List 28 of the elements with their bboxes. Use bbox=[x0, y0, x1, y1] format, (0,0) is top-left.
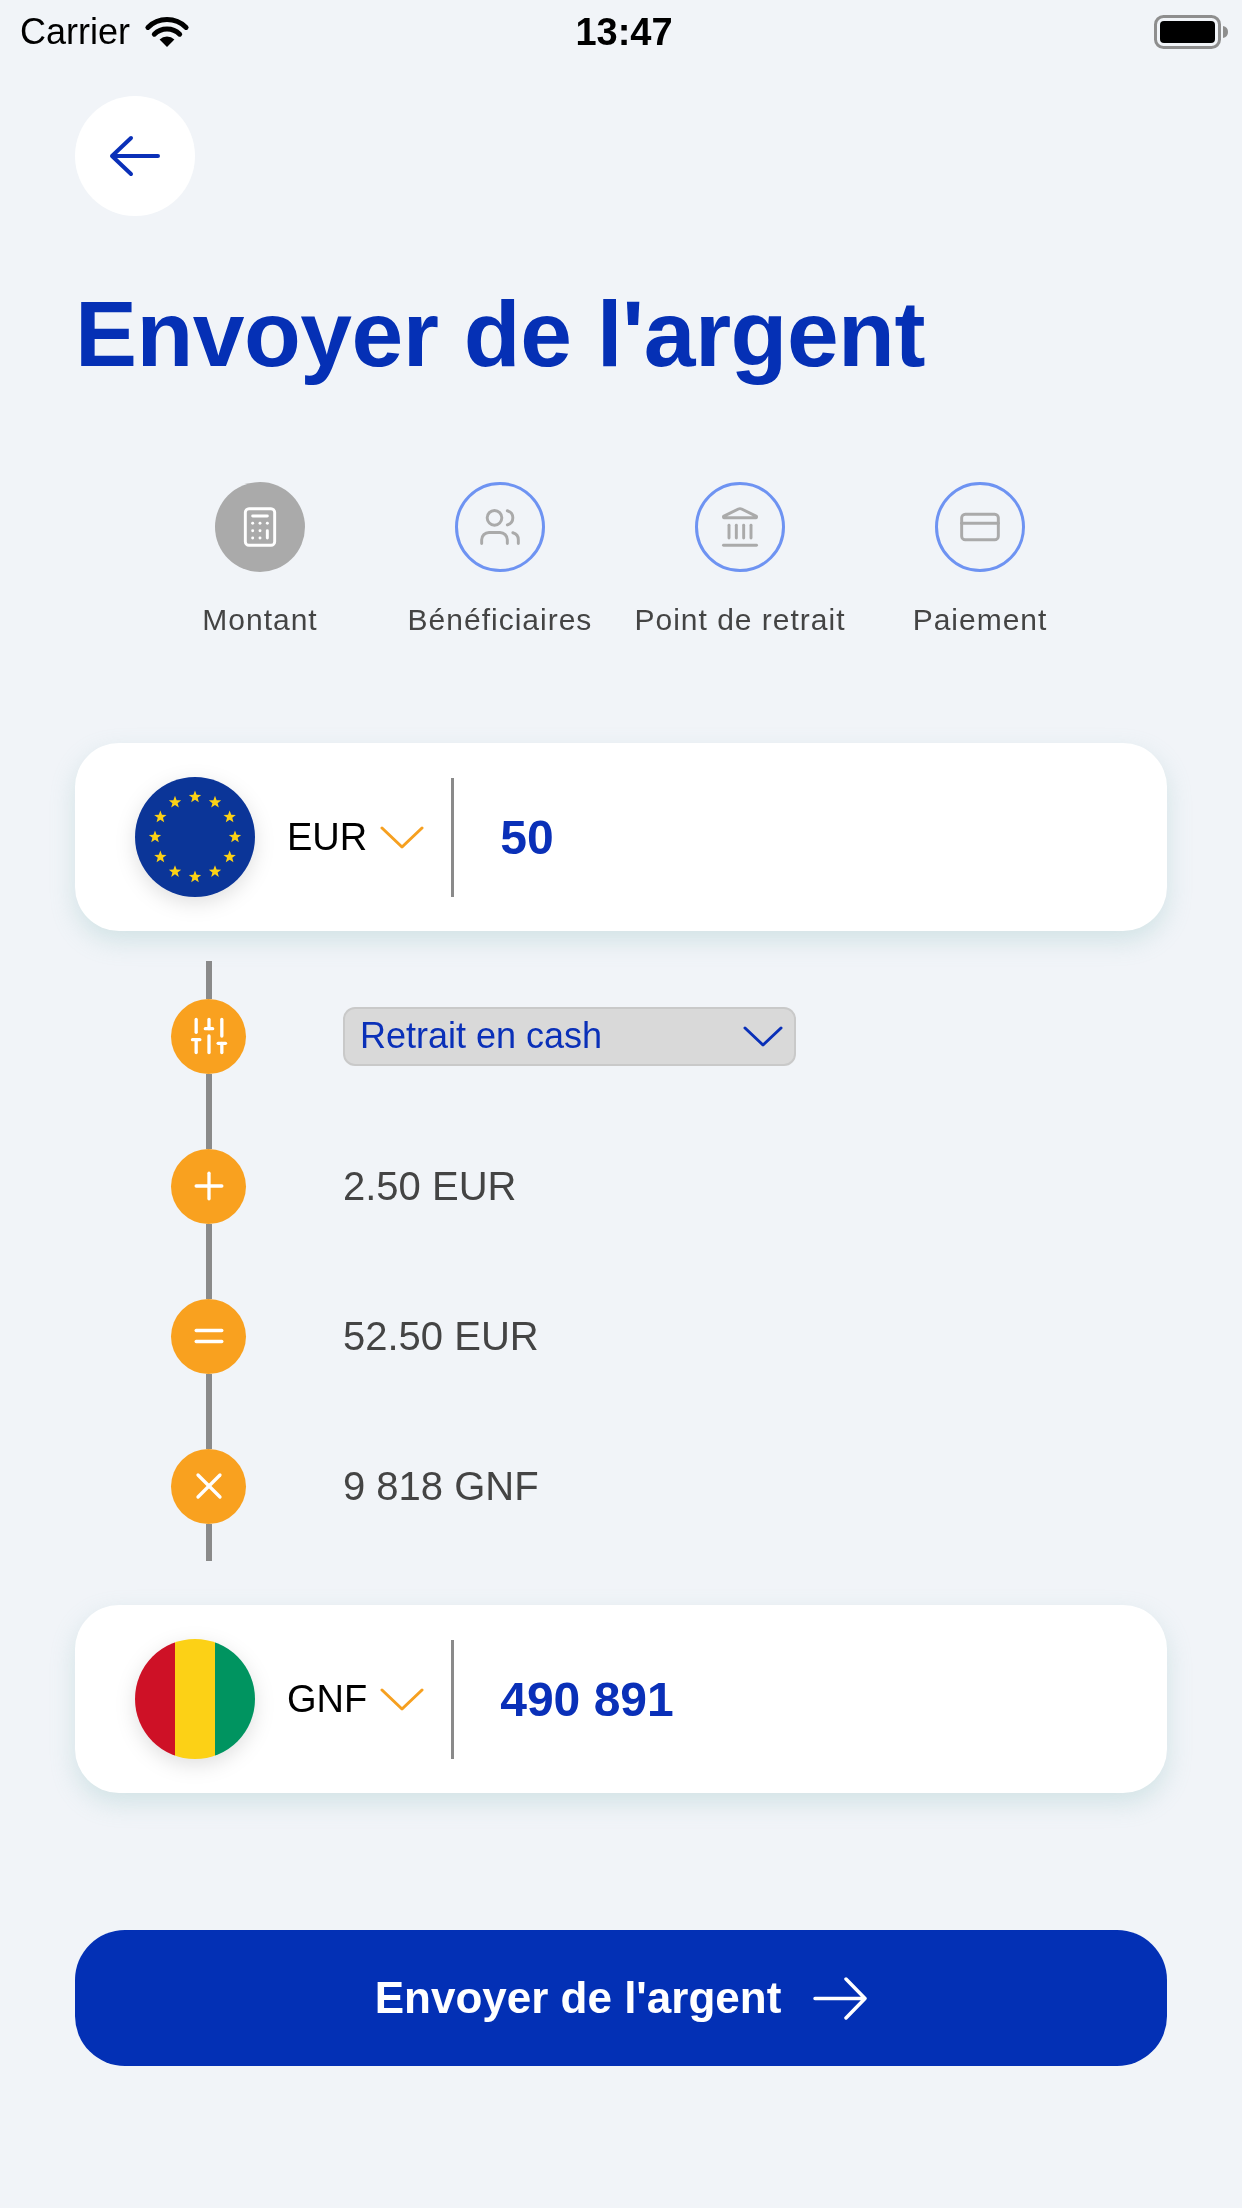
tricolor-flag-icon bbox=[135, 1639, 255, 1760]
send-money-button[interactable]: Envoyer de l'argent bbox=[75, 1930, 1167, 2067]
step-tab[interactable]: Paiement bbox=[860, 482, 1100, 639]
chevron-down-icon bbox=[380, 825, 425, 849]
amount-field[interactable]: 50 bbox=[500, 805, 1127, 870]
chevron-down-icon bbox=[743, 1025, 783, 1047]
currency-selector[interactable]: GNF bbox=[287, 1677, 425, 1721]
currency-selector[interactable]: EUR bbox=[287, 815, 425, 859]
page-title: Envoyer de l'argent bbox=[75, 283, 926, 386]
chevron-down-icon bbox=[380, 1687, 425, 1711]
withdrawal-method-dropdown[interactable]: Retrait en cash bbox=[343, 1006, 796, 1066]
breakdown-value: 52.50 EUR bbox=[343, 1313, 539, 1359]
amount-field[interactable]: 490 891 bbox=[500, 1667, 1127, 1732]
wifi-icon bbox=[144, 16, 190, 48]
arrow-right-icon bbox=[813, 1976, 868, 2020]
back-arrow-icon bbox=[109, 135, 161, 177]
eu-flag-icon bbox=[135, 777, 255, 898]
time-text: 13:47 bbox=[575, 10, 673, 54]
breakdown-value: 2.50 EUR bbox=[343, 1163, 517, 1209]
step-tab[interactable]: Montant bbox=[140, 482, 380, 639]
step-tab[interactable]: Bénéficiaires bbox=[380, 482, 620, 639]
carrier-text: Carrier bbox=[20, 11, 130, 53]
battery-icon bbox=[1154, 15, 1228, 49]
credit-card-icon bbox=[935, 482, 1025, 573]
bank-icon bbox=[695, 482, 785, 573]
people-icon bbox=[455, 482, 545, 573]
breakdown-value: 9 818 GNF bbox=[343, 1463, 539, 1509]
step-tab[interactable]: Point de retrait bbox=[620, 482, 860, 639]
